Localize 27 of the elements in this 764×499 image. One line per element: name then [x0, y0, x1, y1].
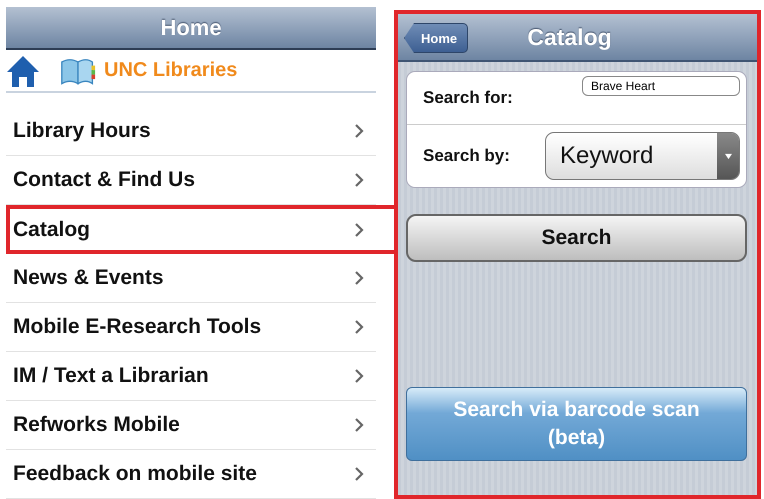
back-button[interactable]: Home: [404, 23, 468, 53]
menu-item[interactable]: Library Hours: [6, 107, 376, 156]
home-icon[interactable]: [6, 54, 40, 88]
field-label: Search for:: [423, 88, 513, 108]
chevron-icon: [354, 123, 364, 139]
screen-title: Home: [160, 14, 222, 40]
menu-item[interactable]: News & Events: [6, 254, 376, 303]
chevron-icon: [354, 368, 364, 384]
menu-item[interactable]: Contact & Find Us: [6, 156, 376, 205]
chevron-icon: [354, 466, 364, 482]
chevron-icon: [354, 222, 364, 238]
menu-item[interactable]: Refworks Mobile: [6, 401, 376, 450]
search-field[interactable]: Brave Heart: [582, 76, 740, 96]
dropdown-arrow-icon: [724, 152, 732, 160]
field-label: Search by:: [423, 146, 510, 166]
chevron-icon: [354, 417, 364, 433]
menu-item[interactable]: Feedback on mobile site: [6, 450, 376, 499]
menu-item[interactable]: IM / Text a Librarian: [6, 352, 376, 401]
screen-title: Catalog: [527, 24, 612, 50]
menu-item[interactable]: Mobile E-Research Tools: [6, 303, 376, 352]
chevron-icon: [354, 319, 364, 335]
search-button[interactable]: Search: [406, 214, 747, 262]
menu-item[interactable]: Catalog: [6, 205, 394, 254]
search-by-dropdown[interactable]: Keyword: [545, 132, 740, 180]
chevron-icon: [354, 172, 364, 188]
chevron-icon: [354, 270, 364, 286]
library-name: UNC Libraries: [104, 59, 238, 82]
